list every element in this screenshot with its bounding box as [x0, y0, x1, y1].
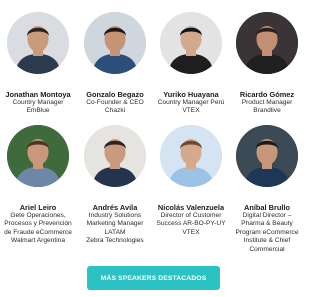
- speaker-role-line: Digital Director –: [242, 212, 292, 219]
- speaker-role-line: Country Manager: [12, 99, 64, 106]
- speaker-name: Jonathan Montoya: [5, 90, 71, 99]
- speaker-role-line: Co-Founder & CEO: [86, 99, 144, 106]
- speaker-card: Ariel Leiro Gete Operaciones, Procesos y P…: [0, 125, 76, 246]
- speaker-role-line: Director of Customer: [160, 212, 222, 219]
- speaker-role-line: Industry Solutions: [88, 212, 142, 219]
- speaker-photo: [7, 12, 69, 74]
- speaker-role-line: Walmart Argentina: [11, 237, 65, 245]
- speaker-photo: [236, 125, 298, 187]
- speaker-name: Ricardo Gómez: [239, 90, 295, 99]
- more-speakers-button[interactable]: MÁS SPEAKERS DESTACADOS: [87, 266, 220, 290]
- speaker-role-line: Chazki: [104, 107, 126, 115]
- speaker-name: Aníbal Brullo: [244, 203, 290, 212]
- speaker-card: Nicolás Valenzuela Director of Customer Su…: [153, 125, 229, 237]
- speaker-photo: [84, 125, 146, 187]
- speaker-card: Gonzalo Begazo Co-Founder & CEO Chazki: [77, 12, 153, 116]
- speaker-role-line: Zebra Technologies: [86, 237, 144, 245]
- speaker-role-line: VTEX: [182, 107, 200, 115]
- speaker-role-line: Success AR-BO-PY-UY: [156, 220, 226, 228]
- speaker-card: Yuriko Huayana Country Manager Perú VTEX: [153, 12, 229, 116]
- speaker-role-line: Commercial: [249, 245, 285, 253]
- speaker-name: Ariel Leiro: [19, 203, 57, 212]
- speaker-role-line: EmBlue: [26, 107, 50, 115]
- speaker-role-line: Institute & Chief: [243, 237, 291, 245]
- speaker-role-line: VTEX: [182, 228, 200, 236]
- speaker-role-line: Brandlive: [253, 107, 281, 115]
- speaker-role-line: Procesos y Prevención: [4, 220, 72, 228]
- speaker-role-line: Marketing Manager: [86, 220, 144, 228]
- speaker-role-line: Product Manager: [241, 99, 293, 106]
- speaker-photo: [236, 12, 298, 74]
- speaker-role-line: Gete Operaciones,: [10, 212, 66, 219]
- speaker-photo: [84, 12, 146, 74]
- speaker-name: Yuriko Huayana: [163, 90, 219, 99]
- speaker-role-line: LATAM: [104, 228, 126, 236]
- speaker-photo: [7, 125, 69, 187]
- speaker-name: Gonzalo Begazo: [86, 90, 144, 99]
- speaker-card: Jonathan Montoya Country Manager EmBlue: [0, 12, 76, 116]
- speaker-name: Nicolás Valenzuela: [157, 203, 225, 212]
- speaker-photo: [160, 12, 222, 74]
- speaker-card: Andrés Avila Industry Solutions Marketing …: [77, 125, 153, 246]
- speaker-role-line: Pharma & Beauty: [241, 220, 293, 228]
- speaker-role-line: Country Manager Perú: [157, 99, 225, 106]
- speaker-card: Aníbal Brullo Digital Director – Pharma & …: [229, 125, 305, 254]
- speaker-role-line: Program eCommerce: [235, 228, 299, 236]
- speaker-card: Ricardo Gómez Product Manager Brandlive: [229, 12, 305, 116]
- speaker-name: Andrés Avila: [92, 203, 138, 212]
- speaker-role-line: de Fraude eCommerce: [4, 228, 72, 236]
- speaker-photo: [160, 125, 222, 187]
